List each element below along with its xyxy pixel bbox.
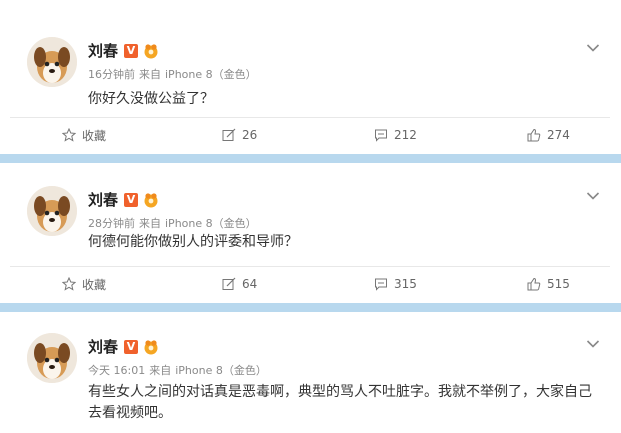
avatar[interactable] <box>27 333 77 383</box>
verified-badge: V <box>124 340 138 354</box>
repost-icon <box>222 128 236 141</box>
comment-count: 212 <box>394 128 417 142</box>
chevron-down-icon[interactable] <box>586 186 600 200</box>
action-bar: 收藏 64 315 515 <box>10 266 610 301</box>
post-meta: 今天 16:01 来自 iPhone 8（金色） <box>88 364 271 378</box>
favorite-label: 收藏 <box>82 128 107 143</box>
action-bar: 收藏 26 212 274 <box>10 117 610 152</box>
repost-button[interactable]: 26 <box>222 118 257 152</box>
comment-button[interactable]: 212 <box>374 118 417 152</box>
favorite-label: 收藏 <box>82 277 107 292</box>
comment-icon <box>375 278 387 291</box>
verified-badge: V <box>124 193 138 207</box>
favorite-button[interactable]: 收藏 <box>62 118 106 152</box>
source-prefix: 来自 <box>149 364 172 377</box>
repost-button[interactable]: 64 <box>222 267 257 301</box>
verified-badge: V <box>124 44 138 58</box>
author-name[interactable]: 刘春 <box>88 338 118 356</box>
post-separator <box>0 154 621 163</box>
level-badge-icon <box>143 192 159 208</box>
source-prefix: 来自 <box>139 68 161 81</box>
chevron-down-icon[interactable] <box>586 38 600 52</box>
post-separator <box>0 303 621 312</box>
thumbs-up-icon <box>527 128 541 142</box>
comment-count: 315 <box>394 277 417 291</box>
repost-count: 26 <box>242 128 258 142</box>
post-time[interactable]: 今天 16:01 <box>88 364 145 377</box>
repost-count: 64 <box>242 277 258 291</box>
post-source: iPhone 8（金色） <box>165 68 257 81</box>
like-button[interactable]: 274 <box>527 118 570 152</box>
post-content: 有些女人之间的对话真是恶毒啊，典型的骂人不吐脏字。我就不举例了，大家自己去看视频… <box>88 384 592 421</box>
author-name[interactable]: 刘春 <box>88 191 118 209</box>
like-count: 515 <box>547 277 570 291</box>
post-source: iPhone 8（金色） <box>175 364 267 377</box>
like-count: 274 <box>547 128 570 142</box>
like-button[interactable]: 515 <box>527 267 570 301</box>
post-content: 你好久没做公益了？ <box>88 91 214 107</box>
post-meta: 28分钟前 来自 iPhone 8（金色） <box>88 217 261 231</box>
avatar[interactable] <box>27 37 77 87</box>
post-time[interactable]: 28分钟前 <box>88 217 135 230</box>
avatar[interactable] <box>27 186 77 236</box>
author-name[interactable]: 刘春 <box>88 42 118 60</box>
source-prefix: 来自 <box>139 217 161 230</box>
comment-button[interactable]: 315 <box>374 267 417 301</box>
level-badge-icon <box>143 339 159 355</box>
post-source: iPhone 8（金色） <box>165 217 257 230</box>
comment-icon <box>375 129 387 142</box>
thumbs-up-icon <box>527 277 541 291</box>
chevron-down-icon[interactable] <box>586 334 600 348</box>
star-icon <box>62 277 76 291</box>
post-meta: 16分钟前 来自 iPhone 8（金色） <box>88 68 261 82</box>
star-icon <box>62 128 76 142</box>
repost-icon <box>222 277 236 290</box>
favorite-button[interactable]: 收藏 <box>62 267 106 301</box>
post-content: 何德何能你做别人的评委和导师？ <box>88 234 298 250</box>
level-badge-icon <box>143 43 159 59</box>
post-time[interactable]: 16分钟前 <box>88 68 135 81</box>
